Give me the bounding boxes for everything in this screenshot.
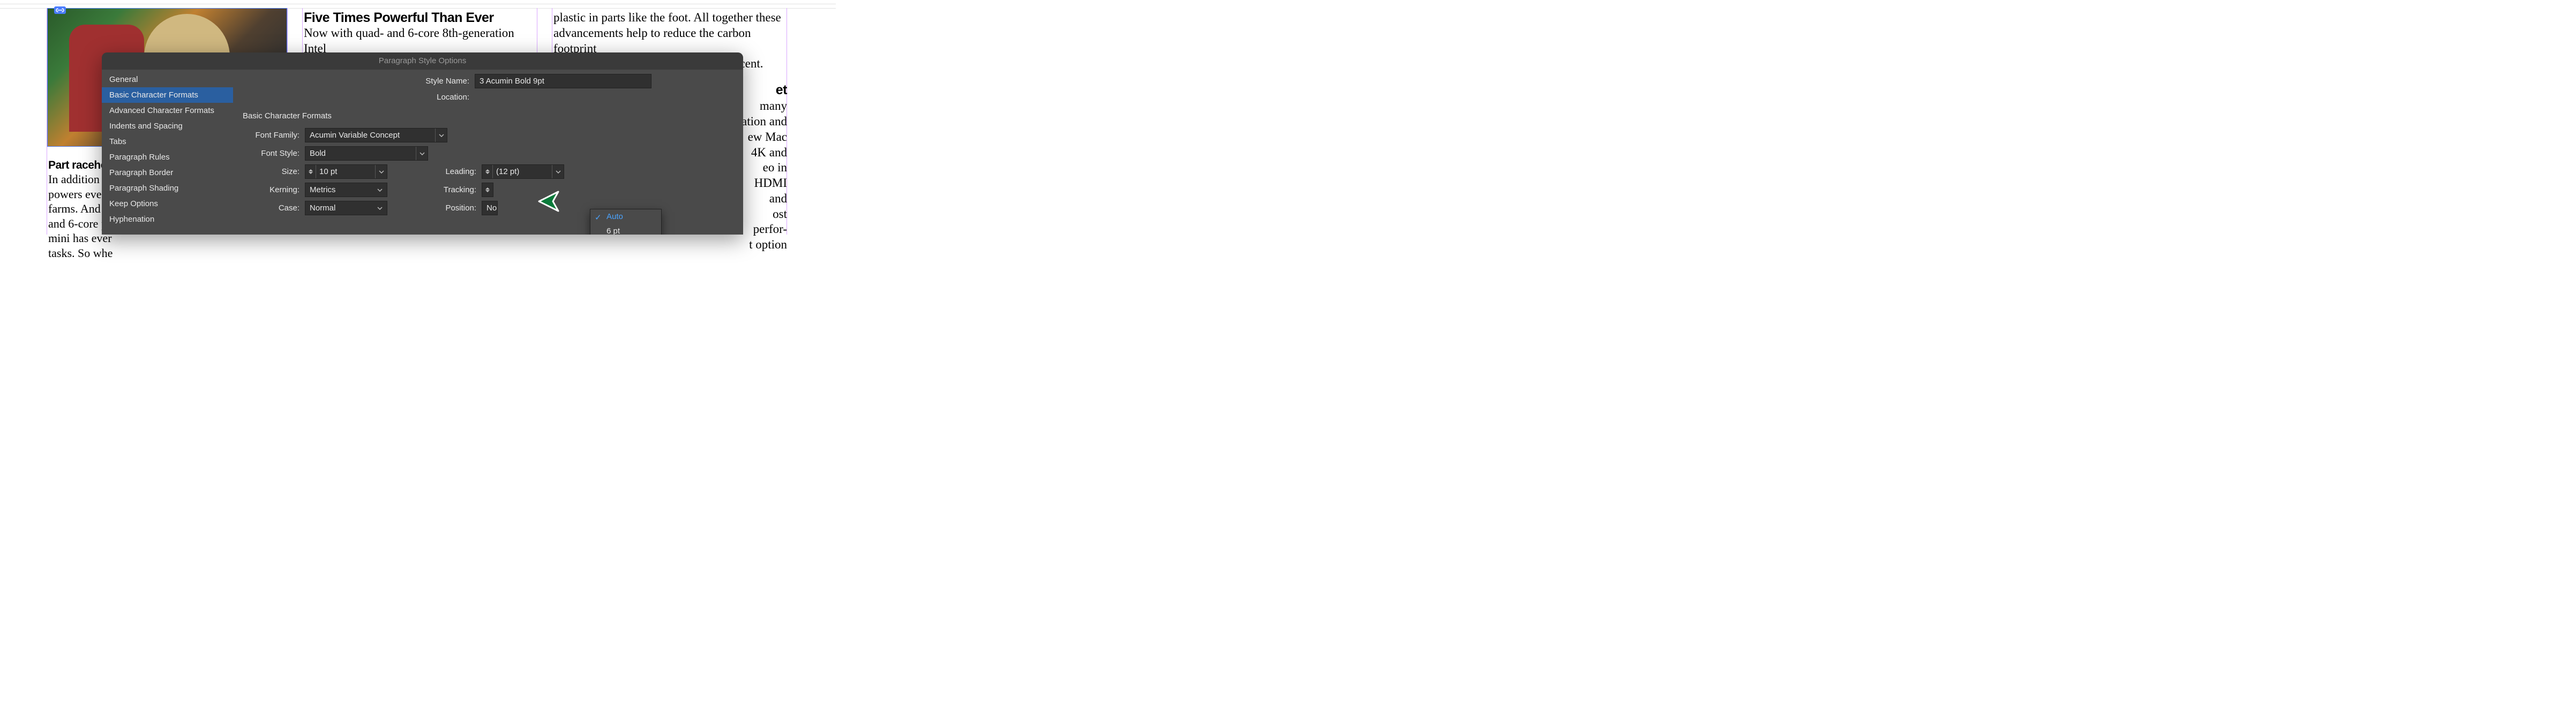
sidebar-item-paragraph-border[interactable]: Paragraph Border bbox=[102, 165, 233, 180]
dialog-sidebar: General Basic Character Formats Advanced… bbox=[102, 70, 233, 235]
sidebar-item-general[interactable]: General bbox=[102, 72, 233, 87]
size-spinner[interactable] bbox=[305, 165, 316, 178]
dialog-title: Paragraph Style Options bbox=[102, 52, 743, 70]
leading-spinner[interactable] bbox=[482, 165, 493, 178]
leading-label: Leading: bbox=[417, 167, 482, 176]
size-dropdown[interactable]: 10 pt bbox=[305, 164, 387, 179]
kerning-dropdown[interactable]: Metrics bbox=[305, 183, 387, 197]
section-title: Basic Character Formats bbox=[243, 111, 733, 120]
case-label: Case: bbox=[243, 203, 305, 213]
location-label: Location: bbox=[325, 93, 475, 102]
leading-options-popup: ✓ Auto 6 pt 8 pt bbox=[590, 209, 662, 235]
leading-option-6pt[interactable]: 6 pt bbox=[590, 224, 661, 235]
style-name-label: Style Name: bbox=[325, 77, 475, 86]
sidebar-item-paragraph-shading[interactable]: Paragraph Shading bbox=[102, 180, 233, 196]
case-dropdown[interactable]: Normal bbox=[305, 201, 387, 215]
tracking-spinner[interactable] bbox=[482, 183, 493, 197]
sidebar-item-keep-options[interactable]: Keep Options bbox=[102, 196, 233, 212]
paragraph-style-options-dialog: Paragraph Style Options General Basic Ch… bbox=[102, 52, 743, 235]
position-dropdown[interactable]: No bbox=[482, 201, 498, 215]
style-name-input[interactable] bbox=[475, 74, 652, 88]
link-icon[interactable] bbox=[54, 6, 66, 14]
font-family-dropdown[interactable]: Acumin Variable Concept bbox=[305, 128, 447, 142]
leading-dropdown[interactable]: (12 pt) bbox=[482, 164, 564, 179]
font-style-dropdown[interactable]: Bold bbox=[305, 146, 428, 161]
sidebar-item-advanced-character-formats[interactable]: Advanced Character Formats bbox=[102, 103, 233, 118]
mouse-cursor-icon bbox=[536, 188, 561, 217]
sidebar-item-paragraph-rules[interactable]: Paragraph Rules bbox=[102, 149, 233, 165]
sidebar-item-hyphenation[interactable]: Hyphenation bbox=[102, 212, 233, 227]
sidebar-item-basic-character-formats[interactable]: Basic Character Formats bbox=[102, 87, 233, 103]
font-family-label: Font Family: bbox=[243, 131, 305, 140]
check-icon: ✓ bbox=[595, 213, 602, 222]
sidebar-item-indents-spacing[interactable]: Indents and Spacing bbox=[102, 118, 233, 134]
col1-body-line[interactable]: tasks. So whe bbox=[48, 246, 286, 261]
font-style-label: Font Style: bbox=[243, 149, 305, 158]
leading-option-auto[interactable]: ✓ Auto bbox=[590, 209, 661, 224]
size-label: Size: bbox=[243, 167, 305, 176]
kerning-label: Kerning: bbox=[243, 185, 305, 194]
col2-heading[interactable]: Five Times Powerful Than Ever bbox=[304, 10, 536, 26]
sidebar-item-tabs[interactable]: Tabs bbox=[102, 134, 233, 149]
tracking-label: Tracking: bbox=[417, 185, 482, 194]
position-label: Position: bbox=[417, 203, 482, 213]
